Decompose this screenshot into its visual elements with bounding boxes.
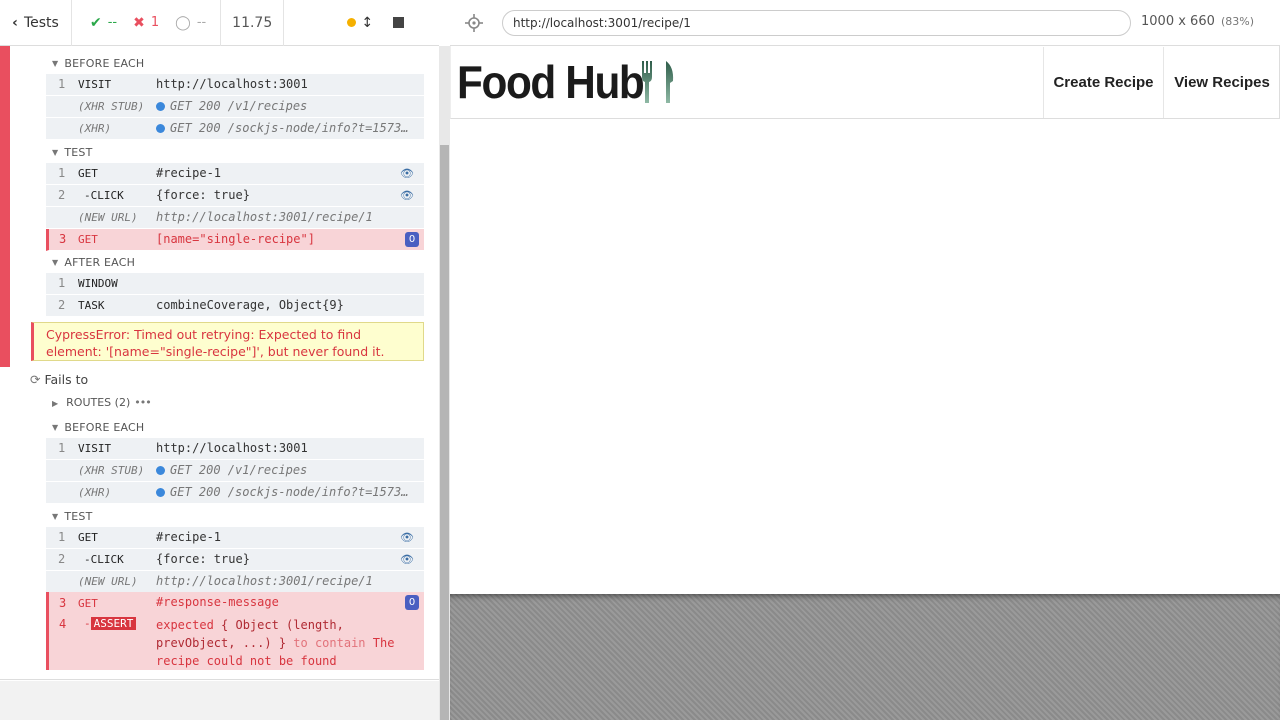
fail-indicator [0,46,10,367]
xhr-status-icon [156,102,165,111]
xhr-status-icon [156,488,165,497]
eye-slash-icon: 👁 [400,553,414,566]
scrollbar-thumb[interactable] [440,145,449,720]
nav-create-recipe[interactable]: Create Recipe [1043,47,1163,118]
command-row[interactable]: 1 WINDOW [46,273,424,295]
command-row[interactable]: (NEW URL) http://localhost:3001/recipe/1 [46,207,424,229]
hook-after-each[interactable]: ▼ AFTER EACH [52,255,135,271]
command-row[interactable]: 1 VISIT http://localhost:3001 [46,74,424,96]
command-row-failed[interactable]: 3 GET [name="single-recipe"] 0 [46,229,424,251]
xhr-status-icon [156,466,165,475]
command-row[interactable]: (XHR) GET 200 /sockjs-node/info?t=15736.… [46,482,424,504]
hook-test[interactable]: ▼ TEST [52,145,93,161]
fork-knife-icon [641,61,673,103]
command-row[interactable]: (NEW URL) http://localhost:3001/recipe/1 [46,571,424,593]
caret-down-icon: ▼ [52,59,59,68]
site-logo[interactable]: Food Hub [457,52,680,112]
auto-scroll-toggle[interactable]: ↕ [330,0,390,46]
stop-icon [392,17,404,28]
assert-chip: ASSERT [90,617,137,630]
tests-label: Tests [23,14,59,31]
x-icon: ✖ [133,14,145,31]
app-iframe [450,46,1280,594]
url-bar[interactable]: http://localhost:3001/recipe/1 [502,10,1131,36]
element-count-badge: 0 [405,595,419,610]
hook-before-each[interactable]: ▼ BEFORE EACH [52,56,144,72]
viewport-size[interactable]: 1000 x 660 (83%) [1141,14,1254,29]
command-row[interactable]: 1 GET #recipe-1 👁 [46,163,424,185]
command-row-failed-assert[interactable]: 3 GET #response-message 0 4 - ASSERT expe… [46,592,424,670]
command-log: ▼ BEFORE EACH 1 VISIT http://localhost:30… [0,46,439,680]
chevron-left-icon: ‹ [12,14,18,31]
caret-down-icon: ▼ [52,423,59,432]
hook-test[interactable]: ▼ TEST [52,509,93,525]
status-dot-icon [347,18,357,27]
reporter-header: ‹ Tests ✔ -- ✖ 1 ◯ -- 11.75 ↕ [0,0,439,46]
nav-view-recipes[interactable]: View Recipes [1163,47,1280,118]
pending-count: ◯ -- [175,14,207,31]
retry-icon: ⟳ [30,372,41,387]
eye-slash-icon: 👁 [400,167,414,180]
command-row[interactable]: 2 -CLICK {force: true} 👁 [46,185,424,207]
eye-slash-icon: 👁 [400,189,414,202]
caret-down-icon: ▼ [52,512,59,521]
stop-button[interactable] [388,0,408,46]
reporter-footer [0,681,439,720]
command-row[interactable]: (XHR STUB) GET 200 /v1/recipes [46,96,424,118]
circle-icon: ◯ [175,14,191,31]
failed-count: ✖ 1 [133,14,160,31]
hook-before-each[interactable]: ▼ BEFORE EACH [52,420,144,436]
tests-back-button[interactable]: ‹ Tests [0,0,72,46]
element-count-badge: 0 [405,232,419,247]
check-icon: ✔ [90,14,102,31]
more-icon: ••• [134,396,151,409]
selector-playground-icon[interactable] [465,14,483,32]
fails-to-label[interactable]: ⟳ Fails to [30,372,88,387]
caret-down-icon: ▼ [52,258,59,267]
updown-arrow-icon: ↕ [361,14,374,31]
command-row[interactable]: 1 GET #recipe-1 👁 [46,527,424,549]
caret-right-icon: ▶ [52,399,59,408]
assert-message: expected { Object (length, prevObject, .… [156,618,395,668]
iframe-background [450,594,1280,720]
caret-down-icon: ▼ [52,148,59,157]
passed-count: ✔ -- [90,14,118,31]
eye-slash-icon: 👁 [400,531,414,544]
command-row[interactable]: 2 TASK combineCoverage, Object{9} [46,295,424,317]
command-row[interactable]: 1 VISIT http://localhost:3001 [46,438,424,460]
duration: 11.75 [220,0,285,46]
xhr-status-icon [156,124,165,133]
command-row[interactable]: (XHR STUB) GET 200 /v1/recipes [46,460,424,482]
routes-toggle[interactable]: ▶ ROUTES (2) ••• [52,396,152,409]
command-row[interactable]: (XHR) GET 200 /sockjs-node/info?t=15736.… [46,118,424,140]
error-message[interactable]: CypressError: Timed out retrying: Expect… [31,322,424,361]
command-row[interactable]: 2 -CLICK {force: true} 👁 [46,549,424,571]
